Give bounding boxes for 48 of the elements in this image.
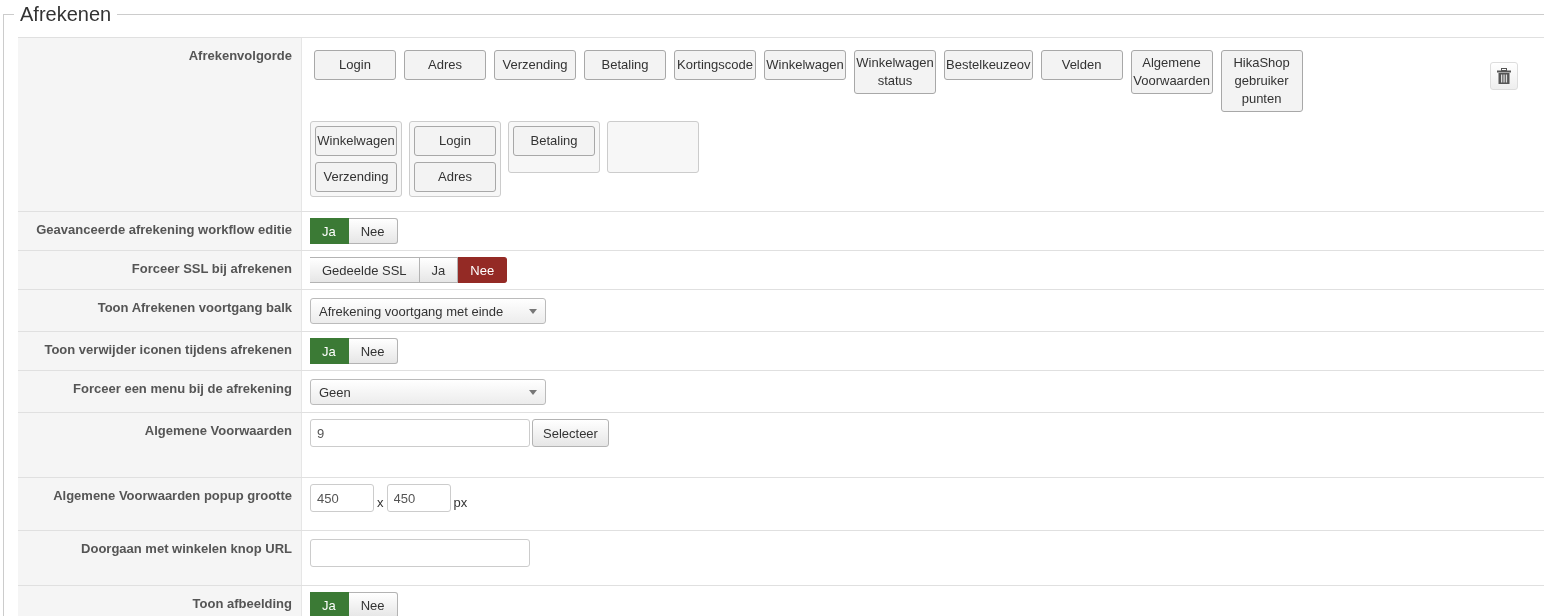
url-field[interactable] xyxy=(310,539,530,567)
step-chip[interactable]: Velden xyxy=(1040,50,1123,80)
step-chip[interactable]: Adres xyxy=(404,50,486,80)
field-label: Geavanceerde afrekening workflow editie xyxy=(36,222,292,237)
unit-label: px xyxy=(453,494,468,510)
dropdown[interactable]: Geen xyxy=(310,379,546,405)
step-chip[interactable]: Winkelwagen xyxy=(764,50,846,80)
step-chip[interactable]: Betaling xyxy=(584,50,666,80)
field-label: Algemene Voorwaarden popup grootte xyxy=(53,488,292,503)
field-label: Forceer een menu bij de afrekening xyxy=(73,381,292,396)
dropdown[interactable]: Afrekening voortgang met einde xyxy=(310,298,546,324)
step-chip[interactable]: Login xyxy=(314,50,396,80)
step-chip[interactable]: HikaShop gebruiker punten xyxy=(1220,50,1303,112)
field-label: Forceer SSL bij afrekenen xyxy=(131,261,292,276)
field-label: Toon Afrekenen voortgang balk xyxy=(97,300,292,315)
field-label: Algemene Voorwaarden xyxy=(144,423,292,438)
step-chip[interactable]: Kortingscode xyxy=(674,50,756,80)
trash-icon xyxy=(1497,68,1511,84)
toggle-option[interactable]: Gedeelde SSL xyxy=(310,257,420,283)
toggle-option[interactable]: Ja xyxy=(310,592,349,616)
step-chip[interactable]: Verzending xyxy=(494,50,576,80)
toggle-option[interactable]: Nee xyxy=(348,218,398,244)
step-chip[interactable]: Bestelkeuzeov xyxy=(944,50,1033,80)
select-button[interactable]: Selecteer xyxy=(532,419,609,447)
text-field[interactable]: 9 xyxy=(310,419,530,447)
caret-icon xyxy=(529,389,537,395)
field-label: Afrekenvolgorde xyxy=(188,48,292,63)
step-chip[interactable]: Adres xyxy=(414,162,496,192)
toggle-option[interactable]: Ja xyxy=(310,218,349,244)
width-field[interactable]: 450 xyxy=(310,484,374,512)
toggle-option[interactable]: Nee xyxy=(458,257,508,283)
step-chip[interactable]: Winkelwagen status xyxy=(854,50,936,94)
step-chip[interactable]: Betaling xyxy=(513,126,595,156)
times-sign: x xyxy=(377,494,384,510)
field-label: Toon verwijder iconen tijdens afrekenen xyxy=(44,342,292,357)
toggle-option[interactable]: Ja xyxy=(310,338,349,364)
toggle-option[interactable]: Nee xyxy=(348,338,398,364)
step-chip[interactable]: Winkelwagen xyxy=(315,126,397,156)
toggle-option[interactable]: Ja xyxy=(419,257,459,283)
step-chip[interactable]: Algemene Voorwaarden xyxy=(1130,50,1213,94)
field-label: Doorgaan met winkelen knop URL xyxy=(81,541,292,556)
height-field[interactable]: 450 xyxy=(386,484,451,512)
step-chip[interactable]: Verzending xyxy=(315,162,397,192)
caret-icon xyxy=(529,308,537,314)
field-label: Toon afbeelding xyxy=(192,596,292,611)
trash-button[interactable] xyxy=(1490,62,1518,90)
toggle-option[interactable]: Nee xyxy=(348,592,398,616)
step-chip[interactable]: Login xyxy=(414,126,496,156)
